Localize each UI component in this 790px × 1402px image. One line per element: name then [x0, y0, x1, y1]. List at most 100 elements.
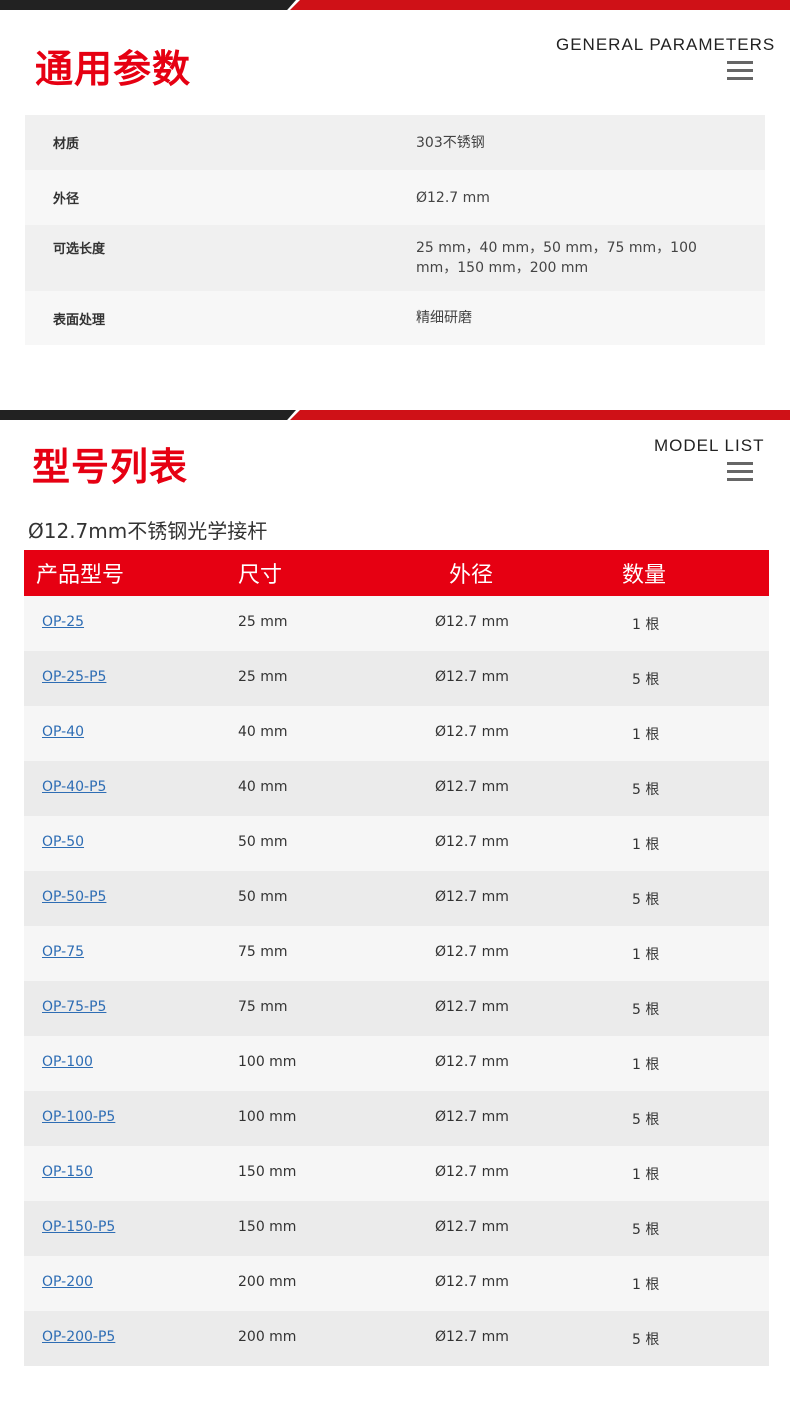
quantity-cell: 1 根 [632, 727, 660, 743]
general-params-table: 材质 303不锈钢 外径 Ø12.7 mm 可选长度 25 mm，40 mm，5… [25, 115, 765, 345]
model-link[interactable]: OP-75 [42, 944, 84, 960]
divider-dark-segment [0, 0, 296, 10]
size-cell: 150 mm [238, 1164, 297, 1180]
size-cell: 100 mm [238, 1054, 297, 1070]
model-link[interactable]: OP-50-P5 [42, 889, 106, 905]
diameter-cell: Ø12.7 mm [435, 1274, 509, 1290]
model-list-subtitle: Ø12.7mm不锈钢光学接杆 [28, 519, 268, 543]
section-divider-bar [0, 0, 790, 10]
model-link[interactable]: OP-150-P5 [42, 1219, 115, 1235]
model-link[interactable]: OP-25 [42, 614, 84, 630]
table-row: OP-40-P5 40 mm Ø12.7 mm 5 根 [24, 761, 769, 816]
param-row-outer-diameter: 外径 Ø12.7 mm [25, 170, 765, 225]
header-model: 产品型号 [36, 563, 125, 588]
table-row: OP-150-P5 150 mm Ø12.7 mm 5 根 [24, 1201, 769, 1256]
model-link[interactable]: OP-40-P5 [42, 779, 106, 795]
model-link[interactable]: OP-50 [42, 834, 84, 850]
table-row: OP-75-P5 75 mm Ø12.7 mm 5 根 [24, 981, 769, 1036]
param-key: 表面处理 [53, 312, 106, 328]
hamburger-menu-icon[interactable] [727, 61, 753, 81]
divider-dark-segment [0, 410, 296, 420]
table-row: OP-100 100 mm Ø12.7 mm 1 根 [24, 1036, 769, 1091]
divider-red-segment [290, 0, 790, 10]
diameter-cell: Ø12.7 mm [435, 669, 509, 685]
quantity-cell: 5 根 [632, 1002, 660, 1018]
param-value: 303不锈钢 [416, 134, 485, 151]
model-link[interactable]: OP-100-P5 [42, 1109, 115, 1125]
table-row: OP-75 75 mm Ø12.7 mm 1 根 [24, 926, 769, 981]
param-key: 外径 [53, 192, 80, 207]
size-cell: 100 mm [238, 1109, 297, 1125]
model-link[interactable]: OP-75-P5 [42, 999, 106, 1015]
table-row: OP-100-P5 100 mm Ø12.7 mm 5 根 [24, 1091, 769, 1146]
hamburger-menu-icon[interactable] [727, 462, 753, 482]
model-link[interactable]: OP-40 [42, 724, 84, 740]
table-row: OP-150 150 mm Ø12.7 mm 1 根 [24, 1146, 769, 1201]
param-key: 材质 [53, 137, 80, 152]
model-link[interactable]: OP-25-P5 [42, 669, 106, 685]
model-link[interactable]: OP-150 [42, 1164, 93, 1180]
model-list-title: 型号列表 [32, 445, 189, 489]
table-row: OP-40 40 mm Ø12.7 mm 1 根 [24, 706, 769, 761]
table-row: OP-25 25 mm Ø12.7 mm 1 根 [24, 596, 769, 651]
diameter-cell: Ø12.7 mm [435, 724, 509, 740]
param-row-material: 材质 303不锈钢 [25, 115, 765, 170]
param-value: 精细研磨 [416, 310, 472, 326]
model-link[interactable]: OP-100 [42, 1054, 93, 1070]
quantity-cell: 1 根 [632, 1167, 660, 1183]
quantity-cell: 1 根 [632, 1277, 660, 1293]
size-cell: 40 mm [238, 724, 288, 740]
general-params-title-en: GENERAL PARAMETERS [556, 35, 776, 54]
general-params-title: 通用参数 [35, 47, 192, 91]
model-table: 产品型号 尺寸 外径 数量 OP-25 25 mm Ø12.7 mm 1 根 OP-25… [24, 550, 769, 1366]
model-link[interactable]: OP-200-P5 [42, 1329, 115, 1345]
quantity-cell: 1 根 [632, 947, 660, 963]
header-quantity: 数量 [622, 563, 667, 588]
param-row-lengths: 可选长度 25 mm，40 mm，50 mm，75 mm，100 mm，150 … [25, 225, 765, 291]
diameter-cell: Ø12.7 mm [435, 1164, 509, 1180]
diameter-cell: Ø12.7 mm [435, 1329, 509, 1345]
size-cell: 50 mm [238, 889, 288, 905]
diameter-cell: Ø12.7 mm [435, 999, 509, 1015]
header-size: 尺寸 [238, 563, 283, 588]
size-cell: 200 mm [238, 1329, 297, 1345]
diameter-cell: Ø12.7 mm [435, 779, 509, 795]
section-divider-bar [0, 410, 790, 420]
model-table-header: 产品型号 尺寸 外径 数量 [24, 550, 769, 596]
size-cell: 25 mm [238, 614, 288, 630]
quantity-cell: 5 根 [632, 1332, 660, 1348]
quantity-cell: 1 根 [632, 617, 660, 633]
param-key: 可选长度 [53, 242, 106, 257]
param-value: 25 mm，40 mm，50 mm，75 mm，100 mm，150 mm，20… [416, 240, 697, 276]
table-row: OP-200-P5 200 mm Ø12.7 mm 5 根 [24, 1311, 769, 1366]
diameter-cell: Ø12.7 mm [435, 1219, 509, 1235]
diameter-cell: Ø12.7 mm [435, 889, 509, 905]
model-link[interactable]: OP-200 [42, 1274, 93, 1290]
quantity-cell: 5 根 [632, 1222, 660, 1238]
quantity-cell: 1 根 [632, 1057, 660, 1073]
divider-red-segment [290, 410, 790, 420]
diameter-cell: Ø12.7 mm [435, 1054, 509, 1070]
size-cell: 150 mm [238, 1219, 297, 1235]
model-table-body: OP-25 25 mm Ø12.7 mm 1 根 OP-25-P5 25 mm Ø12.7 … [24, 596, 769, 1366]
table-row: OP-25-P5 25 mm Ø12.7 mm 5 根 [24, 651, 769, 706]
size-cell: 200 mm [238, 1274, 297, 1290]
diameter-cell: Ø12.7 mm [435, 944, 509, 960]
size-cell: 75 mm [238, 999, 288, 1015]
quantity-cell: 5 根 [632, 892, 660, 908]
param-row-surface: 表面处理 精细研磨 [25, 291, 765, 345]
header-diameter: 外径 [449, 563, 494, 588]
size-cell: 50 mm [238, 834, 288, 850]
size-cell: 75 mm [238, 944, 288, 960]
quantity-cell: 5 根 [632, 782, 660, 798]
diameter-cell: Ø12.7 mm [435, 614, 509, 630]
diameter-cell: Ø12.7 mm [435, 834, 509, 850]
quantity-cell: 5 根 [632, 1112, 660, 1128]
quantity-cell: 5 根 [632, 672, 660, 688]
quantity-cell: 1 根 [632, 837, 660, 853]
size-cell: 40 mm [238, 779, 288, 795]
table-row: OP-50 50 mm Ø12.7 mm 1 根 [24, 816, 769, 871]
table-row: OP-200 200 mm Ø12.7 mm 1 根 [24, 1256, 769, 1311]
param-value: Ø12.7 mm [416, 189, 490, 206]
diameter-cell: Ø12.7 mm [435, 1109, 509, 1125]
